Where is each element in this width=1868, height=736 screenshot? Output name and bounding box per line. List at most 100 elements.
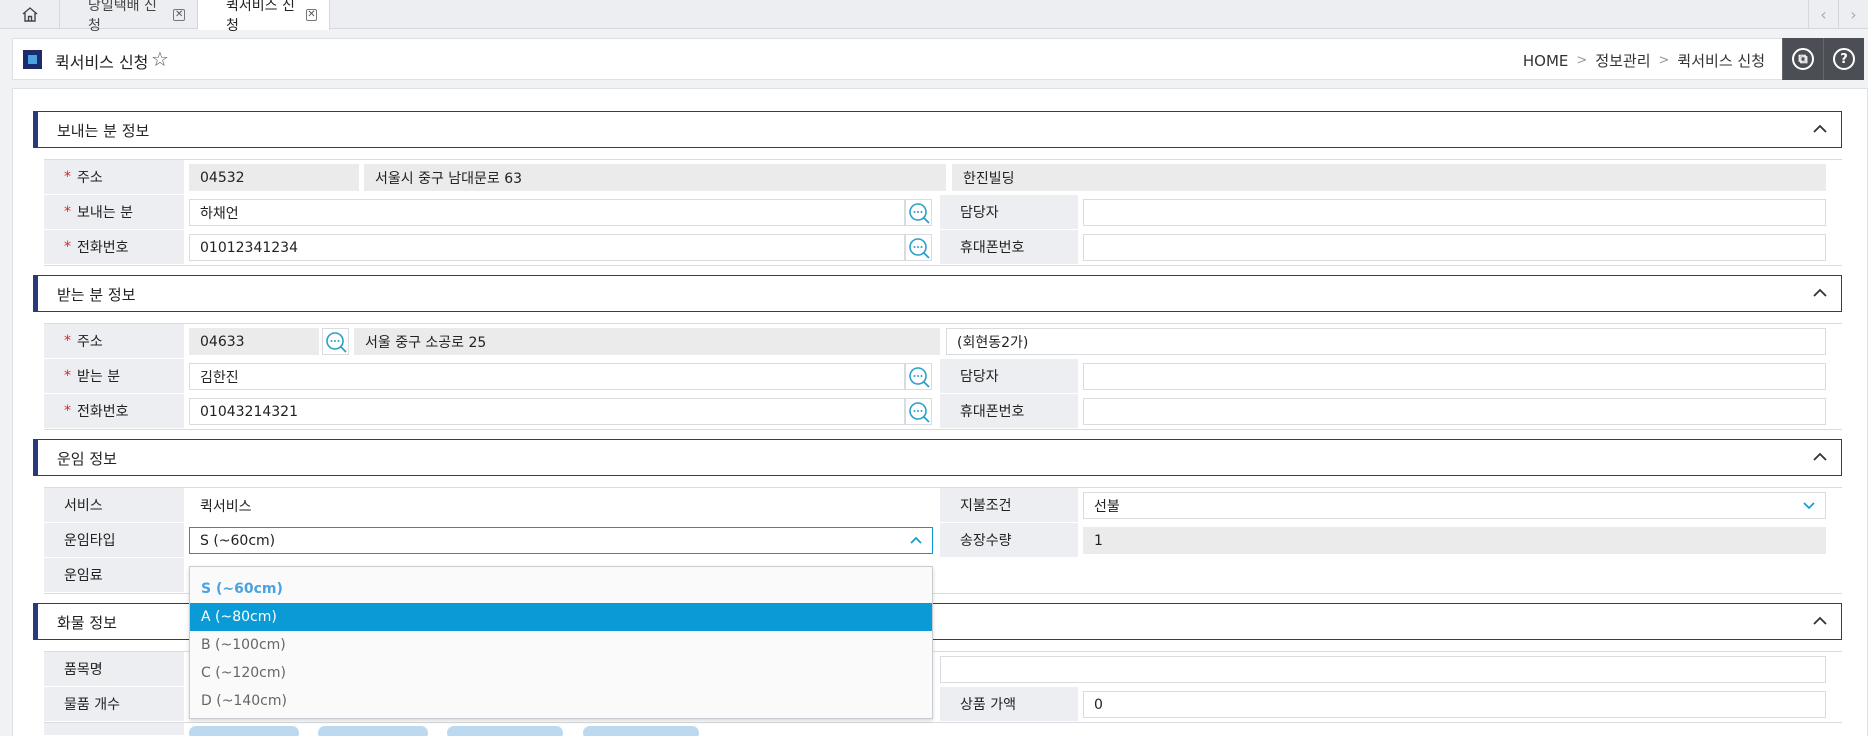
label-sender-contact: 담당자 [940, 195, 1078, 230]
search-receiver-button[interactable] [905, 363, 932, 390]
option-chip[interactable] [189, 726, 299, 736]
page-title: 퀵서비스 신청 [55, 53, 149, 72]
receiver-phone-input[interactable]: 01043214321 [189, 398, 905, 425]
home-tab[interactable] [0, 0, 60, 29]
sender-phone-input[interactable]: 01012341234 [189, 234, 905, 261]
label-receiver-name: * 받는 분 [44, 359, 184, 394]
label-next-row [44, 723, 184, 736]
freight-type-dropdown: S (~60cm) A (~80cm) B (~100cm) C (~120cm… [189, 566, 933, 719]
search-icon [908, 401, 930, 423]
item-price-input[interactable]: 0 [1083, 691, 1826, 718]
label-receiver-mobile: 휴대폰번호 [940, 394, 1078, 429]
close-icon[interactable]: ✕ [173, 8, 185, 21]
label-sender-name: * 보내는 분 [44, 195, 184, 230]
search-icon [908, 237, 930, 259]
dropdown-option[interactable]: A (~80cm) [190, 603, 932, 631]
item-name-input[interactable] [940, 656, 1826, 683]
chevron-right-icon: > [1576, 53, 1588, 68]
breadcrumb-current: 퀵서비스 신청 [1677, 52, 1765, 70]
sender-name-input[interactable]: 하채언 [189, 199, 905, 226]
label-freight-fee: 운임료 [44, 558, 184, 593]
payment-value: 선불 [1094, 498, 1120, 515]
label-item-name: 품목명 [44, 652, 184, 687]
label-receiver-phone: * 전화번호 [44, 394, 184, 429]
option-chip[interactable] [318, 726, 428, 736]
tab-bar: 당일택배 신청 ✕ 퀵서비스 신청 ✕ ‹ › [0, 0, 1868, 34]
sender-address2-field: 한진빌딩 [952, 164, 1826, 191]
section-title: 받는 분 정보 [57, 286, 136, 304]
tab-label: 퀵서비스 신청 [226, 0, 295, 34]
section-title: 화물 정보 [57, 614, 117, 632]
service-value: 퀵서비스 [200, 498, 252, 515]
label-item-qty: 물품 개수 [44, 687, 184, 722]
receiver-name-input[interactable]: 김한진 [189, 363, 905, 390]
dropdown-option[interactable]: B (~100cm) [190, 631, 932, 659]
breadcrumb: HOME > 정보관리 > 퀵서비스 신청 [1523, 50, 1765, 71]
sender-zip-field: 04532 [189, 164, 359, 191]
tab-scroll-controls: ‹ › [1808, 0, 1868, 29]
section-sender[interactable]: 보내는 분 정보 [33, 111, 1842, 148]
search-address-button[interactable] [322, 328, 349, 355]
chevron-left-icon[interactable]: ‹ [1808, 0, 1838, 29]
chevron-right-icon: > [1658, 53, 1670, 68]
section-receiver[interactable]: 받는 분 정보 [33, 275, 1842, 312]
receiver-mobile-input[interactable] [1083, 398, 1826, 425]
divider [44, 159, 1842, 160]
tab-same-day-delivery[interactable]: 당일택배 신청 ✕ [60, 0, 198, 34]
chevron-right-icon[interactable]: › [1838, 0, 1868, 29]
divider [44, 722, 1842, 723]
invoice-count-field: 1 [1083, 527, 1826, 554]
freight-type-select[interactable]: S (~60cm) [189, 527, 933, 554]
label-service: 서비스 [44, 488, 184, 523]
search-phone-button[interactable] [905, 398, 932, 425]
close-icon[interactable]: ✕ [305, 9, 317, 21]
label-payment: 지불조건 [940, 488, 1078, 523]
dropdown-padding [190, 567, 932, 575]
label-sender-phone: * 전화번호 [44, 230, 184, 265]
section-title: 운임 정보 [57, 450, 117, 468]
search-icon [908, 202, 930, 224]
sender-address1-field: 서울시 중구 남대문로 63 [364, 164, 946, 191]
chevron-up-icon [910, 536, 922, 544]
chevron-down-icon [1803, 502, 1815, 510]
freight-type-value: S (~60cm) [200, 532, 276, 549]
help-icon: ? [1833, 48, 1855, 70]
divider [44, 429, 1842, 430]
star-icon[interactable]: ☆ [151, 47, 169, 71]
label-receiver-contact: 담당자 [940, 359, 1078, 394]
sender-mobile-input[interactable] [1083, 234, 1826, 261]
search-icon [908, 366, 930, 388]
receiver-zip-field: 04633 [189, 328, 319, 355]
tab-label: 당일택배 신청 [88, 0, 157, 34]
payment-select[interactable]: 선불 [1083, 492, 1826, 519]
chevron-up-icon[interactable] [1813, 122, 1827, 136]
section-freight[interactable]: 운임 정보 [33, 439, 1842, 476]
receiver-address2-input[interactable]: (회현동2가) [946, 328, 1826, 355]
home-icon [22, 7, 37, 22]
chevron-up-icon[interactable] [1813, 450, 1827, 464]
copy-icon: ⧉ [1792, 48, 1814, 70]
breadcrumb-home[interactable]: HOME [1523, 52, 1569, 70]
chevron-up-icon[interactable] [1813, 286, 1827, 300]
label-receiver-address: * 주소 [44, 324, 184, 359]
sender-contact-input[interactable] [1083, 199, 1826, 226]
search-sender-button[interactable] [905, 199, 932, 226]
divider [44, 265, 1842, 266]
search-phone-button[interactable] [905, 234, 932, 261]
chevron-up-icon[interactable] [1813, 614, 1827, 628]
label-sender-mobile: 휴대폰번호 [940, 230, 1078, 265]
breadcrumb-item[interactable]: 정보관리 [1595, 50, 1650, 71]
page-icon [23, 50, 42, 69]
copy-window-button[interactable]: ⧉ [1782, 38, 1823, 80]
divider [44, 323, 1842, 324]
option-chip[interactable] [447, 726, 563, 736]
dropdown-option[interactable]: C (~120cm) [190, 659, 932, 687]
tab-quick-service[interactable]: 퀵서비스 신청 ✕ [198, 0, 330, 34]
label-sender-address: * 주소 [44, 160, 184, 195]
receiver-contact-input[interactable] [1083, 363, 1826, 390]
dropdown-option[interactable]: S (~60cm) [190, 575, 932, 603]
label-freight-type: 운임타입 [44, 523, 184, 558]
option-chip[interactable] [583, 726, 699, 736]
dropdown-option[interactable]: D (~140cm) [190, 687, 932, 715]
help-button[interactable]: ? [1823, 38, 1864, 80]
